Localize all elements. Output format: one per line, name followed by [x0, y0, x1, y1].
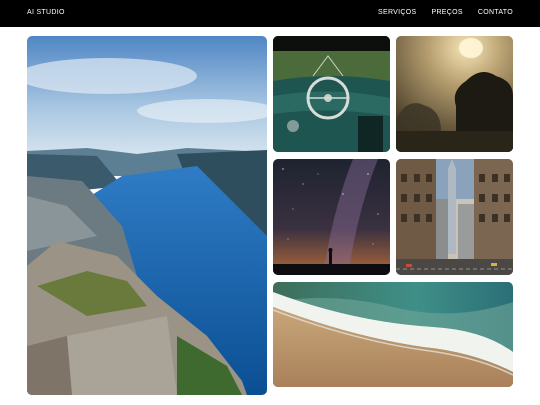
nav-link-contato[interactable]: CONTATO — [478, 9, 513, 16]
gallery-image-beach[interactable] — [273, 282, 513, 387]
gallery-image-fog[interactable] — [396, 36, 513, 152]
gallery-image-stars[interactable] — [273, 159, 390, 275]
top-navbar: AI STUDIO SERVIÇOS PREÇOS CONTATO — [0, 0, 540, 27]
gallery-image-car[interactable] — [273, 36, 390, 152]
nav-link-precos[interactable]: PREÇOS — [431, 9, 462, 16]
main-nav: SERVIÇOS PREÇOS CONTATO — [378, 9, 513, 16]
nav-link-servicos[interactable]: SERVIÇOS — [378, 9, 416, 16]
gallery-image-fjord[interactable] — [27, 36, 267, 395]
brand-logo[interactable]: AI STUDIO — [27, 9, 65, 16]
gallery-image-city[interactable] — [396, 159, 513, 275]
